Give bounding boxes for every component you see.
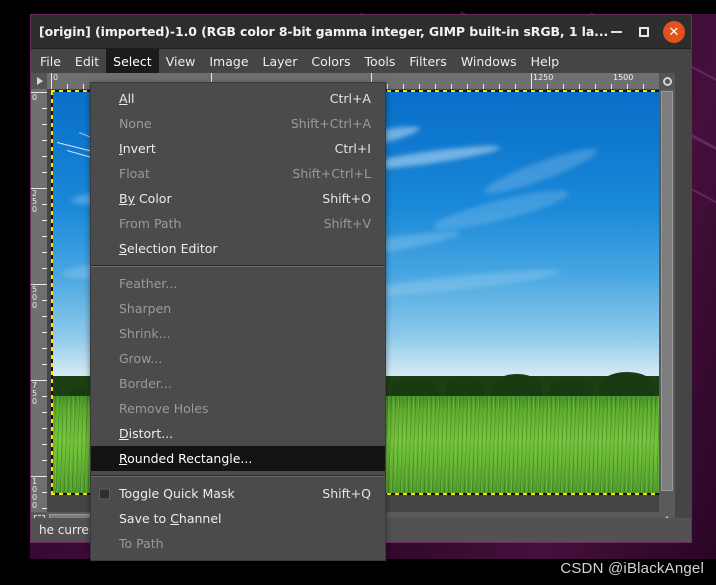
menu-item-shortcut: Shift+V: [323, 216, 371, 231]
menu-item-label: To Path: [119, 536, 164, 551]
menu-item-shortcut: Ctrl+A: [329, 91, 371, 106]
window-title: [origin] (imported)-1.0 (RGB color 8-bit…: [39, 24, 609, 39]
ruler-corner-toggle[interactable]: [31, 73, 47, 89]
menu-item-shortcut: Shift+Ctrl+L: [292, 166, 371, 181]
menu-item-remove-holes: Remove Holes: [91, 396, 385, 421]
minimize-icon: [610, 31, 622, 33]
menu-item-float: Float Shift+Ctrl+L: [91, 161, 385, 186]
ruler-label: 1500: [613, 73, 634, 82]
watermark-text: CSDN @iBlackAngel: [560, 560, 704, 577]
menu-item-feather: Feather...: [91, 271, 385, 296]
menubar-item-windows[interactable]: Windows: [454, 49, 524, 73]
checkbox-icon[interactable]: [99, 488, 110, 499]
maximize-icon: [639, 27, 649, 37]
menu-item-label: Float: [119, 166, 150, 181]
menubar-item-colors[interactable]: Colors: [304, 49, 357, 73]
menubar-item-edit[interactable]: Edit: [68, 49, 106, 73]
menu-item-label: Grow...: [119, 351, 163, 366]
vertical-scrollbar[interactable]: [659, 89, 675, 512]
vertical-scrollbar-thumb[interactable]: [661, 91, 673, 491]
menu-item-label: Border...: [119, 376, 172, 391]
menu-item-to-path: To Path: [91, 531, 385, 556]
ruler-label: 1250: [533, 73, 554, 82]
menu-item-shortcut: Shift+O: [322, 191, 371, 206]
close-button[interactable]: ✕: [663, 21, 685, 43]
menu-item-label: Toggle Quick Mask: [119, 486, 235, 501]
menubar-item-file[interactable]: File: [33, 49, 68, 73]
menu-item-rounded-rectangle[interactable]: Rounded Rectangle...: [91, 446, 385, 471]
menu-item-all[interactable]: All Ctrl+A: [91, 86, 385, 111]
menu-item-label: Shrink...: [119, 326, 171, 341]
menubar-item-filters[interactable]: Filters: [402, 49, 453, 73]
menu-item-label: All: [119, 91, 135, 106]
menubar-item-layer[interactable]: Layer: [256, 49, 305, 73]
menu-item-from-path: From Path Shift+V: [91, 211, 385, 236]
menu-item-sharpen: Sharpen: [91, 296, 385, 321]
menu-item-grow: Grow...: [91, 346, 385, 371]
ruler-label: 500: [32, 285, 38, 310]
menu-item-selection-editor[interactable]: Selection Editor: [91, 236, 385, 261]
minimize-button[interactable]: [603, 19, 629, 45]
menu-item-label: By Color: [119, 191, 172, 206]
menu-item-shortcut: Shift+Ctrl+A: [290, 116, 371, 131]
window-controls: ✕: [603, 15, 687, 49]
menu-item-border: Border...: [91, 371, 385, 396]
ruler-label: 0: [32, 93, 38, 102]
menubar-item-select[interactable]: Select: [106, 49, 159, 73]
zoom-fit-icon: [662, 76, 672, 86]
expand-arrow-icon: [36, 77, 43, 85]
menu-item-label: None: [119, 116, 152, 131]
ruler-tick: [51, 73, 52, 89]
menu-item-shortcut: Shift+Q: [322, 486, 371, 501]
menu-item-toggle-quick-mask[interactable]: Toggle Quick Mask Shift+Q: [91, 481, 385, 506]
menu-bar: File Edit Select View Image Layer Colors…: [31, 49, 691, 73]
menu-item-label: Remove Holes: [119, 401, 209, 416]
menu-item-label: Selection Editor: [119, 241, 218, 256]
menu-item-shortcut: Ctrl+I: [334, 141, 371, 156]
menu-item-none: None Shift+Ctrl+A: [91, 111, 385, 136]
menu-separator: [91, 265, 385, 267]
zoom-fit-button[interactable]: [659, 73, 675, 89]
menu-item-label: Rounded Rectangle...: [119, 451, 253, 466]
menu-separator: [91, 475, 385, 477]
menu-item-label: Sharpen: [119, 301, 172, 316]
ruler-tick: [531, 73, 532, 89]
vertical-ruler[interactable]: 0 250 500 750 1000: [31, 89, 47, 512]
menu-item-shrink: Shrink...: [91, 321, 385, 346]
ruler-label: 0: [53, 73, 59, 82]
select-dropdown-menu[interactable]: All Ctrl+A None Shift+Ctrl+A Invert Ctrl+I Flo…: [90, 82, 386, 561]
menu-item-by-color[interactable]: By Color Shift+O: [91, 186, 385, 211]
menu-item-label: Save to Channel: [119, 511, 222, 526]
ruler-label: 750: [32, 381, 38, 406]
menu-item-label: Invert: [119, 141, 156, 156]
ruler-label: 250: [32, 189, 38, 214]
screenshot-root: [origin] (imported)-1.0 (RGB color 8-bit…: [0, 0, 716, 585]
menu-item-distort[interactable]: Distort...: [91, 421, 385, 446]
menubar-item-view[interactable]: View: [159, 49, 203, 73]
maximize-button[interactable]: [631, 19, 657, 45]
menubar-item-help[interactable]: Help: [524, 49, 567, 73]
menu-item-invert[interactable]: Invert Ctrl+I: [91, 136, 385, 161]
menu-item-save-to-channel[interactable]: Save to Channel: [91, 506, 385, 531]
ruler-label: 1000: [32, 477, 38, 510]
menu-item-label: From Path: [119, 216, 182, 231]
menu-item-label: Feather...: [119, 276, 178, 291]
menu-item-label: Distort...: [119, 426, 174, 441]
menubar-item-tools[interactable]: Tools: [358, 49, 403, 73]
title-bar: [origin] (imported)-1.0 (RGB color 8-bit…: [31, 15, 691, 49]
menubar-item-image[interactable]: Image: [202, 49, 255, 73]
